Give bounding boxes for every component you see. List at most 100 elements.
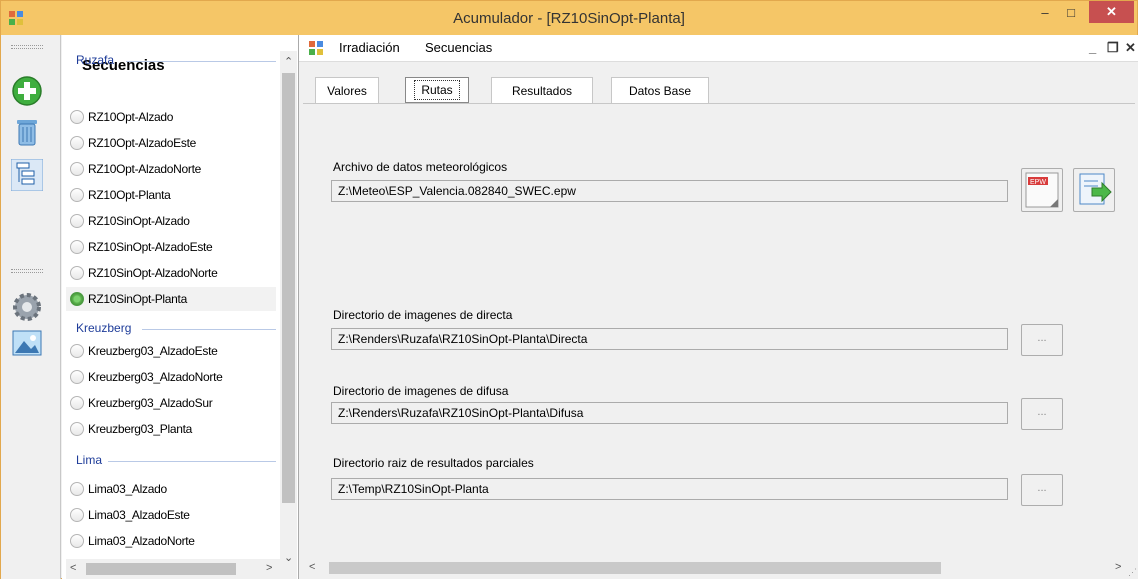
image-icon[interactable]	[11, 327, 43, 359]
tool-strip	[1, 35, 61, 579]
export-button[interactable]	[1073, 168, 1115, 212]
sequence-vertical-scrollbar[interactable]: ⌃ ⌄	[280, 51, 297, 579]
list-item[interactable]: Kreuzberg03_AlzadoNorte	[66, 365, 276, 389]
list-item[interactable]: RZ10SinOpt-AlzadoEste	[66, 235, 276, 259]
item-label: RZ10SinOpt-AlzadoEste	[88, 240, 213, 254]
add-icon[interactable]	[11, 75, 43, 107]
child-close-button[interactable]: ✕	[1125, 40, 1136, 56]
list-item[interactable]: RZ10SinOpt-Alzado	[66, 209, 276, 233]
title-bar: Acumulador - [RZ10SinOpt-Planta] – □ ✕	[1, 1, 1137, 35]
list-item[interactable]: RZ10Opt-AlzadoEste	[66, 131, 276, 155]
list-item[interactable]: RZ10Opt-Planta	[66, 183, 276, 207]
child-restore-button[interactable]: ❐	[1107, 40, 1119, 56]
tab-label: Datos Base	[628, 83, 692, 98]
radio-icon[interactable]	[70, 136, 84, 150]
item-label: RZ10Opt-Alzado	[88, 110, 174, 124]
radio-icon[interactable]	[70, 162, 84, 176]
list-item[interactable]: RZ10Opt-Alzado	[66, 105, 276, 129]
scroll-thumb[interactable]	[86, 563, 236, 575]
group-ruzafa: Ruzafa	[76, 53, 115, 67]
resize-grip-icon[interactable]: ⋰	[1128, 567, 1137, 578]
radio-icon[interactable]	[70, 370, 84, 384]
epw-file-button[interactable]: EPW	[1021, 168, 1063, 212]
radio-icon[interactable]	[70, 240, 84, 254]
scroll-down-icon[interactable]: ⌄	[284, 551, 293, 564]
radio-icon[interactable]	[70, 266, 84, 280]
radio-icon[interactable]	[70, 344, 84, 358]
scroll-left-icon[interactable]: <	[309, 561, 315, 573]
meteo-file-field[interactable]: Z:\Meteo\ESP_Valencia.082840_SWEC.epw	[331, 180, 1008, 202]
menu-secuencias[interactable]: Secuencias	[425, 40, 492, 55]
gear-icon[interactable]	[11, 291, 43, 323]
item-label: Lima03_AlzadoNorte	[88, 534, 195, 548]
tree-icon[interactable]	[11, 159, 43, 191]
document-horizontal-scrollbar[interactable]: < >	[299, 558, 1138, 578]
svg-text:EPW: EPW	[1030, 179, 1046, 186]
item-label: RZ10Opt-Planta	[88, 188, 171, 202]
radio-selected-icon[interactable]	[70, 292, 84, 306]
browse-directa-button[interactable]: ...	[1021, 324, 1063, 356]
radio-icon[interactable]	[70, 508, 84, 522]
document-area: Irradiación Secuencias _ ❐ ✕ Valores Rut…	[299, 35, 1138, 579]
difusa-dir-field[interactable]: Z:\Renders\Ruzafa\RZ10SinOpt-Planta\Difu…	[331, 402, 1008, 424]
sequence-horizontal-scrollbar[interactable]: < >	[66, 559, 280, 579]
item-label: Kreuzberg03_AlzadoSur	[88, 396, 213, 410]
item-label: Kreuzberg03_Planta	[88, 422, 193, 436]
item-label: Lima03_AlzadoEste	[88, 508, 190, 522]
browse-parciales-button[interactable]: ...	[1021, 474, 1063, 506]
sequence-panel: Secuencias ⌃ ⌄ Ruzafa RZ10Opt-Alzado RZ1…	[62, 35, 299, 579]
tab-label: Valores	[327, 83, 367, 98]
menu-irradiacion[interactable]: Irradiación	[339, 40, 400, 55]
tab-rutas[interactable]: Rutas	[405, 77, 469, 103]
close-button[interactable]: ✕	[1089, 1, 1134, 23]
radio-icon[interactable]	[70, 188, 84, 202]
list-item[interactable]: Kreuzberg03_Planta	[66, 417, 276, 441]
scroll-up-icon[interactable]: ⌃	[284, 55, 293, 68]
child-window-icon[interactable]	[309, 41, 323, 55]
list-item[interactable]: Lima03_AlzadoNorte	[66, 529, 276, 553]
browse-difusa-button[interactable]: ...	[1021, 398, 1063, 430]
item-label: Lima03_Alzado	[88, 482, 167, 496]
tab-label: Rutas	[414, 80, 460, 100]
toolstrip-grip[interactable]	[11, 45, 43, 49]
parciales-dir-field[interactable]: Z:\Temp\RZ10SinOpt-Planta	[331, 478, 1008, 500]
menu-bar: Irradiación Secuencias _ ❐ ✕	[299, 35, 1138, 61]
group-lima: Lima	[76, 453, 103, 467]
toolstrip-grip-2[interactable]	[11, 269, 43, 273]
list-item[interactable]: RZ10Opt-AlzadoNorte	[66, 157, 276, 181]
radio-icon[interactable]	[70, 214, 84, 228]
list-item[interactable]: Lima03_Alzado	[66, 477, 276, 501]
trash-icon[interactable]	[11, 115, 43, 147]
list-item[interactable]: Lima03_AlzadoEste	[66, 503, 276, 527]
scroll-thumb[interactable]	[282, 73, 295, 503]
child-minimize-button[interactable]: _	[1089, 40, 1096, 55]
list-item[interactable]: RZ10SinOpt-AlzadoNorte	[66, 261, 276, 285]
directa-dir-field[interactable]: Z:\Renders\Ruzafa\RZ10SinOpt-Planta\Dire…	[331, 328, 1008, 350]
scroll-thumb[interactable]	[329, 562, 941, 574]
group-kreuzberg: Kreuzberg	[76, 321, 132, 335]
list-item-selected[interactable]: RZ10SinOpt-Planta	[66, 287, 276, 311]
radio-icon[interactable]	[70, 422, 84, 436]
item-label: RZ10SinOpt-Planta	[88, 292, 187, 306]
radio-icon[interactable]	[70, 396, 84, 410]
radio-icon[interactable]	[70, 110, 84, 124]
group-divider	[108, 461, 276, 462]
item-label: RZ10Opt-AlzadoEste	[88, 136, 196, 150]
tab-valores[interactable]: Valores	[315, 77, 379, 103]
radio-icon[interactable]	[70, 534, 84, 548]
scroll-right-icon[interactable]: >	[266, 562, 272, 574]
radio-icon[interactable]	[70, 482, 84, 496]
tab-datos-base[interactable]: Datos Base	[611, 77, 709, 103]
minimize-button[interactable]: –	[1032, 1, 1058, 23]
tab-label: Resultados	[511, 83, 573, 98]
scroll-right-icon[interactable]: >	[1115, 561, 1121, 573]
difusa-label: Directorio de imagenes de difusa	[333, 384, 509, 398]
list-item[interactable]: Kreuzberg03_AlzadoEste	[66, 339, 276, 363]
scroll-left-icon[interactable]: <	[70, 562, 76, 574]
item-label: RZ10Opt-AlzadoNorte	[88, 162, 202, 176]
list-item[interactable]: Kreuzberg03_AlzadoSur	[66, 391, 276, 415]
meteo-label: Archivo de datos meteorológicos	[333, 160, 508, 174]
tab-resultados[interactable]: Resultados	[491, 77, 593, 103]
maximize-button[interactable]: □	[1058, 1, 1084, 23]
item-label: RZ10SinOpt-Alzado	[88, 214, 190, 228]
